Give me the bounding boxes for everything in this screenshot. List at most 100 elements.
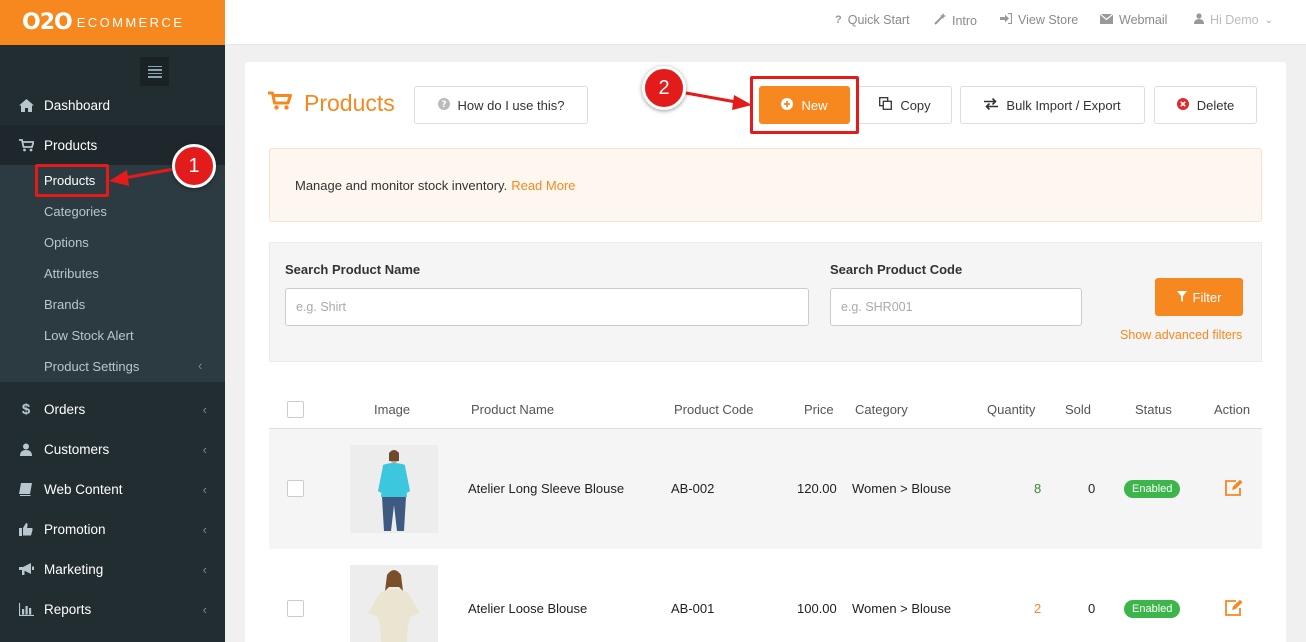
bulk-import-export-button[interactable]: Bulk Import / Export xyxy=(960,86,1145,124)
column-header-product-name[interactable]: Product Name xyxy=(471,402,554,417)
submenu-item-categories[interactable]: Categories xyxy=(44,204,107,219)
product-code: AB-001 xyxy=(671,601,715,616)
page-title: Products xyxy=(268,90,395,117)
intro-label: Intro xyxy=(952,13,978,28)
question-icon: ? xyxy=(835,14,842,26)
row-checkbox[interactable] xyxy=(287,480,304,497)
product-sold: 0 xyxy=(1088,601,1096,616)
logo-text: ECOMMERCE xyxy=(76,15,185,30)
sidebar-item-label: Products xyxy=(44,137,98,153)
webmail-label: Webmail xyxy=(1119,13,1168,27)
chevron-left-icon: ‹ xyxy=(202,481,207,497)
column-header-sold[interactable]: Sold xyxy=(1065,402,1091,417)
edit-icon[interactable] xyxy=(1224,479,1243,499)
sidebar: O2O ECOMMERCE Dashboard Products Product… xyxy=(0,0,225,642)
cart-icon xyxy=(17,138,35,152)
products-submenu xyxy=(0,165,225,382)
sidebar-item-label: Promotion xyxy=(44,521,106,537)
product-code-label: Search Product Code xyxy=(830,262,963,277)
status-badge: Enabled xyxy=(1124,480,1181,498)
user-name: Hi Demo xyxy=(1210,13,1259,27)
chevron-left-icon: ‹ xyxy=(202,601,207,617)
product-name-label: Search Product Name xyxy=(285,262,421,277)
product-category: Women > Blouse xyxy=(852,601,952,616)
column-header-price[interactable]: Price xyxy=(804,402,834,417)
menu-toggle-icon[interactable] xyxy=(140,57,169,86)
edit-icon[interactable] xyxy=(1224,599,1243,619)
column-header-image: Image xyxy=(374,402,411,417)
submenu-item-brands[interactable]: Brands xyxy=(44,297,85,312)
column-header-status[interactable]: Status xyxy=(1135,402,1172,417)
highlight-products-submenu xyxy=(35,164,109,197)
submenu-item-attributes[interactable]: Attributes xyxy=(44,266,99,281)
column-header-quantity[interactable]: Quantity xyxy=(987,402,1035,417)
sidebar-item-label: Dashboard xyxy=(44,97,111,113)
highlight-new-button xyxy=(750,76,859,134)
bar-chart-icon xyxy=(17,602,35,616)
copy-icon xyxy=(879,97,893,113)
product-name-search-input[interactable] xyxy=(285,288,809,326)
sidebar-item-orders[interactable]: $ Orders ‹ xyxy=(0,389,225,429)
sidebar-item-customers[interactable]: Customers ‹ xyxy=(0,429,225,469)
status-badge: Enabled xyxy=(1124,600,1181,618)
product-image[interactable] xyxy=(350,565,438,642)
bullhorn-icon xyxy=(17,562,35,576)
view-store-link[interactable]: View Store xyxy=(1000,12,1079,27)
webmail-link[interactable]: Webmail xyxy=(1099,13,1168,27)
column-header-product-code[interactable]: Product Code xyxy=(674,402,754,417)
column-header-category[interactable]: Category xyxy=(855,402,908,417)
info-text: Manage and monitor stock inventory. xyxy=(295,177,508,193)
product-image[interactable] xyxy=(350,445,438,533)
copy-button[interactable]: Copy xyxy=(859,86,952,124)
delete-button[interactable]: Delete xyxy=(1154,86,1257,124)
magic-wand-icon xyxy=(934,13,946,28)
submenu-item-options[interactable]: Options xyxy=(44,235,89,250)
delete-button-label: Delete xyxy=(1196,97,1235,113)
read-more-link[interactable]: Read More xyxy=(511,178,575,193)
advanced-filters-link[interactable]: Show advanced filters xyxy=(1120,328,1242,342)
step-callout-1: 1 xyxy=(172,144,216,188)
sidebar-item-dashboard[interactable]: Dashboard xyxy=(0,85,225,125)
submenu-item-low-stock[interactable]: Low Stock Alert xyxy=(44,328,134,343)
quick-start-link[interactable]: ? Quick Start xyxy=(835,13,910,27)
help-button[interactable]: ? How do I use this? xyxy=(414,86,588,124)
product-sold: 0 xyxy=(1088,481,1096,496)
step-callout-2: 2 xyxy=(642,66,686,110)
product-price: 100.00 xyxy=(797,601,837,616)
view-store-label: View Store xyxy=(1018,13,1079,27)
sign-in-icon xyxy=(1000,12,1013,27)
sidebar-item-promotion[interactable]: Promotion ‹ xyxy=(0,509,225,549)
chevron-left-icon: ‹ xyxy=(202,441,207,457)
quick-start-label: Quick Start xyxy=(847,13,910,27)
row-checkbox[interactable] xyxy=(287,600,304,617)
sidebar-item-label: Reports xyxy=(44,601,92,617)
chevron-left-icon: ‹ xyxy=(202,401,207,417)
home-icon xyxy=(17,98,35,112)
sidebar-item-reports[interactable]: Reports ‹ xyxy=(0,589,225,629)
product-name[interactable]: Atelier Long Sleeve Blouse xyxy=(468,481,624,496)
product-category: Women > Blouse xyxy=(852,481,952,496)
brand-logo[interactable]: O2O ECOMMERCE xyxy=(0,0,225,45)
cart-icon xyxy=(268,90,292,117)
info-callout: Manage and monitor stock inventory. Read… xyxy=(269,148,1262,222)
thumbs-up-icon xyxy=(17,522,35,536)
product-quantity: 8 xyxy=(1034,481,1042,496)
sidebar-item-web-content[interactable]: Web Content ‹ xyxy=(0,469,225,509)
user-menu[interactable]: Hi Demo ⌄ xyxy=(1194,13,1273,27)
sidebar-item-marketing[interactable]: Marketing ‹ xyxy=(0,549,225,589)
svg-text:?: ? xyxy=(441,100,446,110)
submenu-item-product-settings[interactable]: Product Settings xyxy=(44,359,139,374)
filter-button[interactable]: Filter xyxy=(1155,278,1243,316)
product-name[interactable]: Atelier Loose Blouse xyxy=(468,601,587,616)
sidebar-item-label: Orders xyxy=(44,401,86,417)
select-all-checkbox[interactable] xyxy=(287,401,304,418)
product-code-search-input[interactable] xyxy=(830,288,1082,326)
help-button-label: How do I use this? xyxy=(457,97,565,113)
bulk-import-export-label: Bulk Import / Export xyxy=(1006,97,1121,113)
chevron-left-icon: ‹ xyxy=(198,358,203,373)
column-header-action: Action xyxy=(1214,402,1251,417)
product-price: 120.00 xyxy=(797,481,837,496)
book-icon xyxy=(17,482,35,496)
exchange-icon xyxy=(984,97,999,113)
intro-link[interactable]: Intro xyxy=(934,13,977,28)
